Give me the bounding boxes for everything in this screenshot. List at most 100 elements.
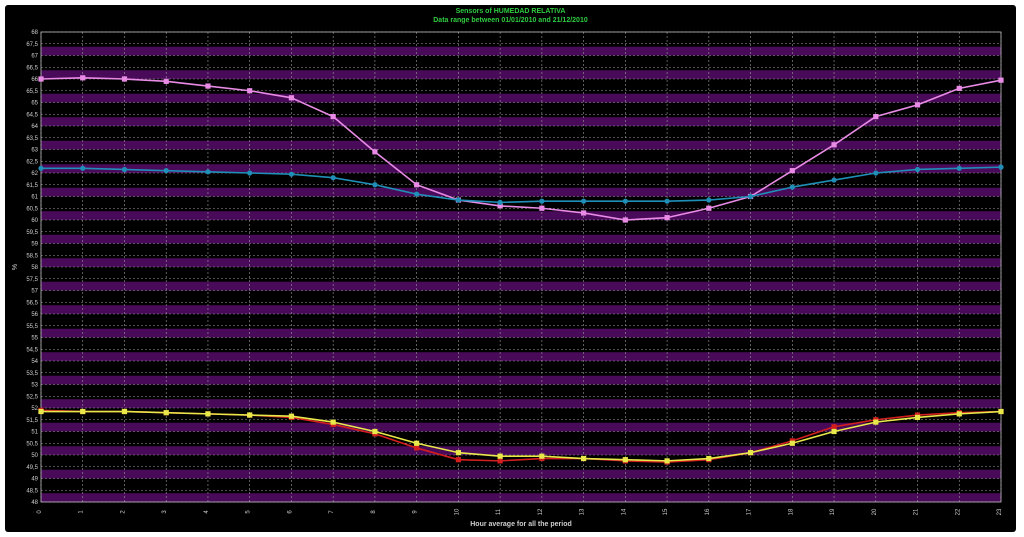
series-point-3 bbox=[330, 419, 336, 425]
y-tick-label: 51 bbox=[31, 430, 38, 436]
series-point-1 bbox=[706, 197, 712, 203]
y-tick-label: 49,5 bbox=[26, 465, 38, 471]
y-tick-label: 63,5 bbox=[26, 136, 38, 142]
y-tick-label: 50,5 bbox=[26, 441, 38, 447]
x-axis-label: Hour average for all the period bbox=[470, 521, 572, 528]
series-point-1 bbox=[414, 191, 420, 197]
series-point-3 bbox=[747, 450, 754, 456]
x-tick-label: 17 bbox=[747, 508, 753, 515]
series-point-3 bbox=[914, 414, 921, 420]
series-point-2 bbox=[414, 445, 420, 451]
x-tick-label: 19 bbox=[830, 508, 836, 515]
series-point-0 bbox=[914, 102, 921, 108]
series-point-1 bbox=[998, 164, 1004, 170]
series-point-1 bbox=[914, 166, 921, 173]
y-tick-label: 53,5 bbox=[26, 371, 38, 377]
y-tick-label: 55,5 bbox=[26, 324, 38, 330]
series-point-1 bbox=[747, 193, 754, 200]
y-tick-label: 59,5 bbox=[26, 230, 38, 236]
y-tick-label: 60,5 bbox=[26, 206, 38, 212]
series-point-2 bbox=[497, 458, 503, 464]
series-point-1 bbox=[372, 182, 378, 188]
series-point-0 bbox=[247, 88, 253, 94]
y-tick-label: 50 bbox=[31, 453, 38, 459]
series-point-3 bbox=[956, 411, 962, 417]
y-tick-label: 61 bbox=[31, 195, 38, 201]
series-point-0 bbox=[581, 210, 587, 216]
series-point-0 bbox=[664, 215, 670, 221]
series-point-1 bbox=[956, 165, 962, 171]
series-point-0 bbox=[539, 205, 545, 211]
y-tick-label: 48,5 bbox=[26, 488, 38, 494]
x-tick-label: 16 bbox=[705, 508, 711, 515]
series-point-1 bbox=[539, 198, 545, 204]
x-tick-label: 15 bbox=[663, 508, 669, 515]
y-tick-label: 48 bbox=[31, 500, 38, 506]
y-tick-label: 64,5 bbox=[26, 112, 38, 118]
plot-band bbox=[41, 281, 1001, 291]
x-tick-label: 21 bbox=[914, 508, 920, 515]
y-tick-label: 59 bbox=[31, 242, 38, 248]
plot-band bbox=[41, 328, 1001, 338]
x-tick-label: 1 bbox=[79, 510, 85, 514]
plot-band bbox=[41, 352, 1001, 361]
x-tick-label: 6 bbox=[287, 510, 293, 514]
series-point-2 bbox=[831, 424, 837, 430]
series-point-3 bbox=[372, 428, 378, 435]
series-point-3 bbox=[80, 408, 86, 415]
y-tick-label: 67,5 bbox=[26, 42, 38, 48]
series-point-1 bbox=[163, 168, 169, 174]
y-tick-label: 60 bbox=[31, 218, 38, 224]
chart-frame: Sensors of HUMEDAD RELATIVA Data range b… bbox=[5, 5, 1016, 532]
y-tick-label: 66,5 bbox=[26, 65, 38, 71]
y-tick-label: 62 bbox=[31, 171, 38, 177]
series-point-3 bbox=[288, 413, 295, 419]
plot-band bbox=[41, 493, 1001, 502]
plot-band bbox=[41, 258, 1001, 267]
y-tick-label: 57 bbox=[31, 289, 38, 295]
y-tick-label: 58 bbox=[31, 265, 38, 271]
y-tick-label: 52,5 bbox=[26, 394, 38, 400]
plot-band bbox=[41, 187, 1001, 197]
plot-band bbox=[41, 70, 1001, 79]
y-tick-label: 62,5 bbox=[26, 159, 38, 165]
series-point-0 bbox=[414, 182, 420, 188]
series-point-1 bbox=[288, 171, 295, 177]
series-point-1 bbox=[121, 166, 128, 173]
series-point-1 bbox=[664, 198, 670, 204]
y-tick-label: 64 bbox=[31, 124, 38, 130]
x-tick-label: 13 bbox=[580, 508, 586, 515]
series-point-3 bbox=[38, 408, 44, 415]
y-tick-label: 68 bbox=[31, 30, 38, 36]
x-tick-label: 11 bbox=[496, 508, 502, 515]
series-point-1 bbox=[497, 199, 503, 205]
series-point-3 bbox=[414, 440, 420, 446]
plot-band bbox=[41, 375, 1001, 385]
x-tick-label: 20 bbox=[872, 508, 878, 515]
plot-band bbox=[41, 211, 1001, 220]
series-point-3 bbox=[789, 440, 795, 446]
plot-band bbox=[41, 93, 1001, 103]
y-tick-label: 57,5 bbox=[26, 277, 38, 283]
y-tick-label: 51,5 bbox=[26, 418, 38, 424]
plot-band bbox=[41, 446, 1001, 455]
series-point-0 bbox=[956, 85, 962, 91]
series-point-3 bbox=[581, 455, 587, 462]
y-tick-label: 58,5 bbox=[26, 253, 38, 259]
series-point-0 bbox=[38, 76, 44, 82]
series-point-0 bbox=[163, 78, 169, 84]
y-tick-label: 66 bbox=[31, 77, 38, 83]
series-point-0 bbox=[288, 95, 295, 101]
x-tick-label: 14 bbox=[621, 508, 627, 515]
series-point-1 bbox=[873, 170, 879, 176]
x-tick-label: 9 bbox=[413, 510, 419, 514]
x-tick-label: 5 bbox=[246, 510, 252, 514]
x-tick-label: 3 bbox=[162, 510, 168, 514]
series-point-1 bbox=[247, 170, 253, 176]
series-point-3 bbox=[539, 453, 545, 459]
series-point-3 bbox=[121, 408, 128, 415]
series-point-0 bbox=[706, 205, 712, 211]
series-point-1 bbox=[205, 169, 211, 175]
series-point-0 bbox=[330, 114, 336, 120]
series-point-2 bbox=[455, 457, 461, 463]
